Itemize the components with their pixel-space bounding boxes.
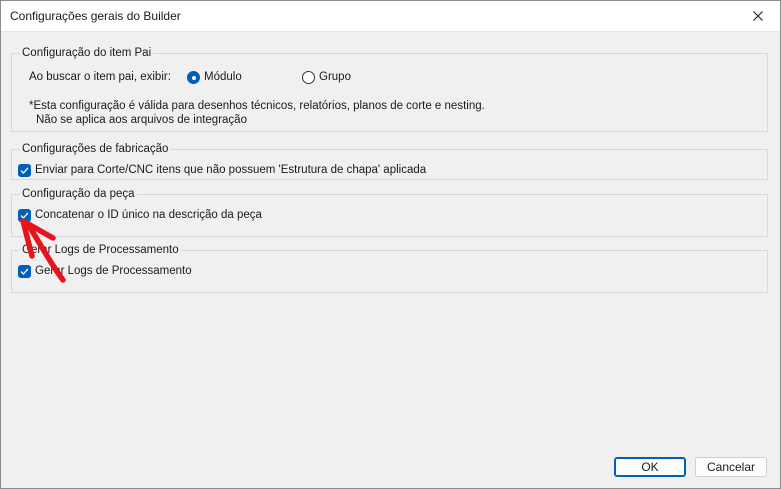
- settings-dialog: Configurações gerais do Builder Configur…: [0, 0, 781, 489]
- checkbox-concat-id-box[interactable]: [18, 209, 31, 222]
- check-icon: [20, 212, 29, 219]
- cancel-button[interactable]: Cancelar: [695, 457, 767, 477]
- checkbox-logs-label[interactable]: Gerar Logs de Processamento: [35, 265, 192, 277]
- note-line-1: *Esta configuração é válida para desenho…: [29, 100, 485, 112]
- check-icon: [20, 268, 29, 275]
- close-icon: [753, 11, 763, 21]
- group-processing-logs: Gerar Logs de Processamento Gerar Logs d…: [11, 243, 768, 293]
- radio-modulo-label[interactable]: Módulo: [204, 71, 242, 83]
- window-title: Configurações gerais do Builder: [10, 9, 181, 23]
- group-parent-item-legend: Configuração do item Pai: [20, 46, 154, 60]
- radio-grupo-indicator[interactable]: [302, 71, 315, 84]
- group-processing-logs-legend: Gerar Logs de Processamento: [20, 243, 181, 257]
- title-bar: Configurações gerais do Builder: [1, 1, 780, 32]
- check-icon: [20, 167, 29, 174]
- group-part-legend: Configuração da peça: [20, 187, 137, 201]
- group-manufacturing: Configurações de fabricação Enviar para …: [11, 142, 768, 180]
- note-line-2: Não se aplica aos arquivos de integração: [36, 114, 247, 126]
- group-manufacturing-legend: Configurações de fabricação: [20, 142, 171, 156]
- search-parent-label: Ao buscar o item pai, exibir:: [29, 71, 171, 83]
- checkbox-send-cnc-label[interactable]: Enviar para Corte/CNC itens que não poss…: [35, 164, 426, 176]
- checkbox-send-cnc-box[interactable]: [18, 164, 31, 177]
- radio-modulo-indicator[interactable]: [187, 71, 200, 84]
- ok-button[interactable]: OK: [614, 457, 686, 477]
- checkbox-logs-box[interactable]: [18, 265, 31, 278]
- radio-grupo-label[interactable]: Grupo: [319, 71, 351, 83]
- close-button[interactable]: [736, 1, 780, 31]
- checkbox-concat-id-label[interactable]: Concatenar o ID único na descrição da pe…: [35, 209, 262, 221]
- group-parent-item: Configuração do item Pai Ao buscar o ite…: [11, 46, 768, 132]
- group-part: Configuração da peça Concatenar o ID úni…: [11, 187, 768, 237]
